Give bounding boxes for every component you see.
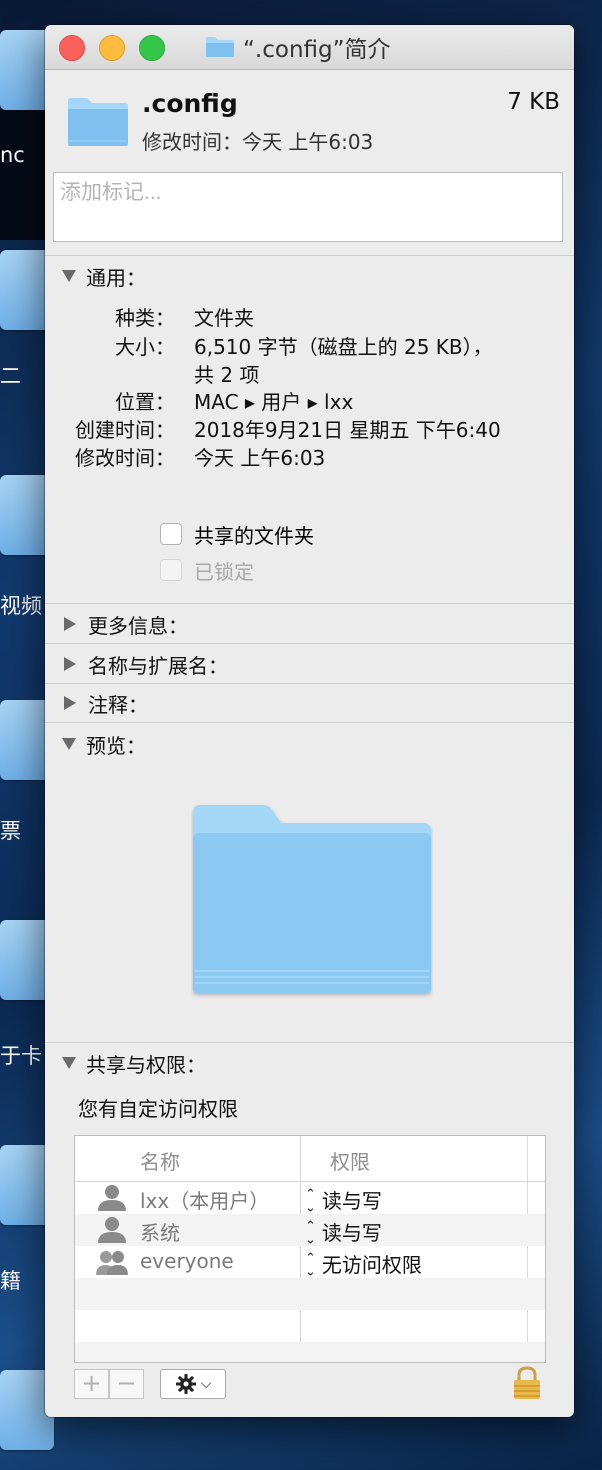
user-icon	[98, 1217, 126, 1243]
tags-field[interactable]	[53, 172, 563, 242]
section-preview-label: 预览：	[86, 733, 146, 758]
permissions-table: 名称 权限 lxx（本用户） ⌃ ⌃ 读与写 系统 ⌃ ⌃ 读与写 everyo…	[74, 1135, 546, 1363]
shared-folder-checkbox[interactable]: 共享的文件夹	[160, 521, 314, 548]
privilege-value: 无访问权限	[321, 1253, 422, 1277]
privilege-popup[interactable]: ⌃ ⌃ 读与写	[305, 1185, 382, 1214]
section-name-ext-label: 名称与扩展名：	[88, 653, 228, 678]
folder-icon	[68, 98, 128, 146]
info-key: 种类：	[115, 306, 175, 330]
gear-icon	[175, 1374, 196, 1394]
user-icon	[98, 1185, 126, 1211]
checkbox-box	[160, 559, 182, 581]
privilege-value: 读与写	[321, 1189, 382, 1213]
privilege-value: 读与写	[321, 1221, 382, 1245]
action-menu-button[interactable]: ⌵	[160, 1369, 226, 1399]
table-row[interactable]: everyone ⌃ ⌃ 无访问权限	[75, 1246, 545, 1278]
disclosure-triangle-icon[interactable]	[64, 617, 76, 631]
modified-summary: 修改时间：今天 上午6:03	[142, 130, 374, 154]
divider	[45, 722, 574, 723]
permission-user-name: everyone	[140, 1249, 234, 1273]
info-key: 创建时间：	[75, 418, 175, 442]
add-remove-buttons: + −	[74, 1369, 144, 1399]
permission-user-name: 系统	[140, 1221, 180, 1245]
disclosure-triangle-icon[interactable]	[62, 738, 76, 750]
info-key: 位置：	[115, 390, 175, 414]
privilege-popup[interactable]: ⌃ ⌃ 读与写	[305, 1217, 382, 1246]
section-sharing-label: 共享与权限：	[86, 1052, 206, 1077]
group-icon	[96, 1251, 128, 1275]
tags-input[interactable]	[54, 173, 562, 213]
folder-icon	[206, 37, 234, 57]
table-header: 名称 权限	[75, 1136, 545, 1182]
disclosure-triangle-icon[interactable]	[64, 657, 76, 671]
file-name: .config	[142, 89, 238, 118]
locked-label: 已锁定	[194, 559, 254, 584]
locked-checkbox: 已锁定	[160, 557, 254, 584]
column-header-name[interactable]: 名称	[140, 1146, 180, 1175]
desktop-label: 票	[0, 819, 21, 843]
close-button[interactable]	[59, 35, 85, 61]
section-more-info-label: 更多信息：	[88, 613, 188, 638]
section-general-header[interactable]: 通用：	[62, 262, 146, 290]
table-row-empty	[75, 1278, 545, 1310]
info-key: 大小：	[115, 335, 175, 359]
desktop-label: 于卡	[0, 1044, 42, 1068]
maximize-button[interactable]	[139, 35, 165, 61]
disclosure-triangle-icon[interactable]	[62, 1057, 76, 1069]
desktop-dark-strip	[0, 110, 50, 240]
desktop-label: 籍	[0, 1269, 21, 1293]
divider	[45, 255, 574, 256]
section-general-label: 通用：	[86, 265, 146, 290]
column-header-privilege[interactable]: 权限	[330, 1146, 370, 1175]
chevron-down-icon: ⌵	[200, 1376, 212, 1392]
shared-folder-label: 共享的文件夹	[194, 523, 314, 548]
up-down-arrows-icon: ⌃ ⌃	[305, 1186, 316, 1213]
file-size: 7 KB	[507, 89, 560, 115]
section-name-ext-header[interactable]: 名称与扩展名：	[62, 650, 228, 678]
add-user-button[interactable]: +	[74, 1369, 109, 1399]
remove-user-button[interactable]: −	[109, 1369, 144, 1399]
privilege-popup[interactable]: ⌃ ⌃ 无访问权限	[305, 1249, 422, 1278]
divider	[45, 603, 574, 604]
lock-icon[interactable]	[512, 1365, 542, 1401]
permission-note: 您有自定访问权限	[78, 1097, 238, 1121]
section-comments-label: 注释：	[88, 692, 148, 717]
table-row[interactable]: lxx（本用户） ⌃ ⌃ 读与写	[75, 1182, 545, 1214]
up-down-arrows-icon: ⌃ ⌃	[305, 1250, 316, 1277]
window-title-text: “.config”简介	[243, 37, 391, 63]
section-more-info-header[interactable]: 更多信息：	[62, 610, 188, 638]
title-bar[interactable]: “.config”简介	[45, 25, 574, 70]
up-down-arrows-icon: ⌃ ⌃	[305, 1218, 316, 1245]
section-comments-header[interactable]: 注释：	[62, 689, 148, 717]
window-title: “.config”简介	[205, 32, 391, 63]
folder-preview-icon	[193, 805, 431, 993]
divider	[45, 1042, 574, 1043]
desktop-label: 二	[0, 364, 21, 388]
permission-user-name: lxx（本用户）	[140, 1189, 270, 1213]
section-sharing-header[interactable]: 共享与权限：	[62, 1049, 206, 1077]
table-row[interactable]: 系统 ⌃ ⌃ 读与写	[75, 1214, 545, 1246]
minimize-button[interactable]	[99, 35, 125, 61]
checkbox-box[interactable]	[160, 523, 182, 545]
get-info-window: “.config”简介 .config 7 KB 修改时间：今天 上午6:03 …	[45, 25, 574, 1417]
divider	[45, 643, 574, 644]
info-key: 修改时间：	[75, 446, 175, 470]
table-row-empty	[75, 1342, 545, 1362]
section-preview-header[interactable]: 预览：	[62, 730, 146, 758]
disclosure-triangle-icon[interactable]	[64, 696, 76, 710]
disclosure-triangle-icon[interactable]	[62, 270, 76, 282]
divider	[45, 683, 574, 684]
desktop-label: nc	[0, 143, 25, 167]
desktop-label: 视频	[0, 594, 42, 618]
